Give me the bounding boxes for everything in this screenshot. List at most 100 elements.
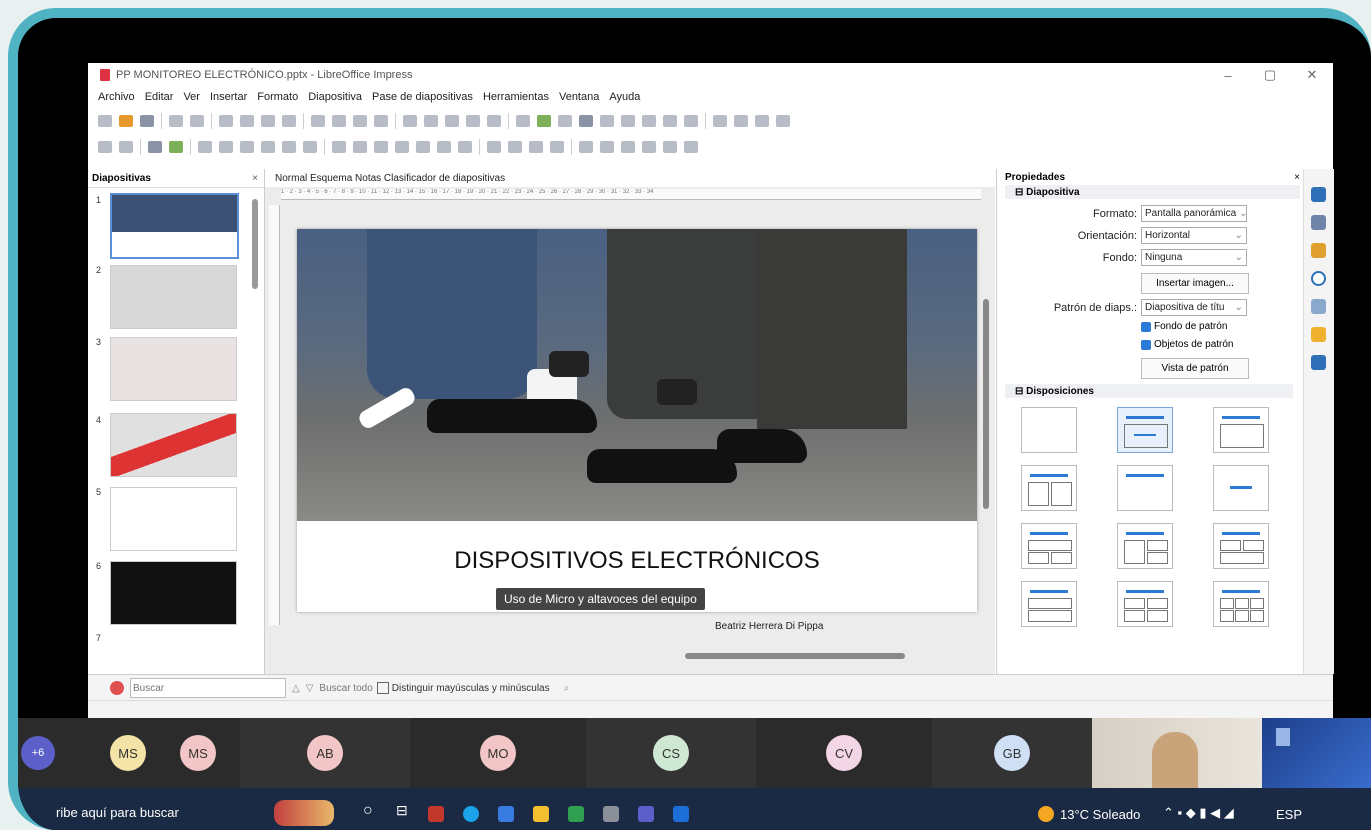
layout-title-only[interactable] xyxy=(1117,465,1173,511)
textbox-icon[interactable] xyxy=(600,115,614,127)
calc-icon[interactable] xyxy=(568,806,584,822)
stars-icon[interactable] xyxy=(437,141,451,153)
print-icon[interactable] xyxy=(190,115,204,127)
start-first-icon[interactable] xyxy=(466,115,480,127)
line-icon[interactable] xyxy=(198,141,212,153)
participant-tile[interactable]: MS xyxy=(158,718,238,788)
horizontal-scrollbar[interactable] xyxy=(685,653,905,659)
master-view-button[interactable]: Vista de patrón xyxy=(1141,358,1249,379)
fontwork-icon[interactable] xyxy=(642,115,656,127)
close-find-icon[interactable] xyxy=(110,681,124,695)
section-layouts[interactable]: ⊟ Disposiciones xyxy=(1005,384,1293,398)
layout-centered-text[interactable] xyxy=(1213,465,1269,511)
transformations-icon[interactable] xyxy=(663,115,677,127)
slide-thumbnail-3[interactable] xyxy=(110,337,237,401)
edge-icon[interactable] xyxy=(463,806,479,822)
delete-slide-icon[interactable] xyxy=(776,115,790,127)
duplicate-slide-icon[interactable] xyxy=(755,115,769,127)
grid-icon[interactable] xyxy=(403,115,417,127)
menu-ventana[interactable]: Ventana xyxy=(559,91,599,103)
section-slide[interactable]: ⊟ Diapositiva xyxy=(1005,185,1300,199)
new-slide-icon[interactable] xyxy=(734,115,748,127)
line-color-icon[interactable] xyxy=(148,141,162,153)
display-views-icon[interactable] xyxy=(424,115,438,127)
spelling-icon[interactable] xyxy=(374,115,388,127)
participant-tile[interactable]: CV xyxy=(759,718,929,788)
find-all-button[interactable]: Buscar todo xyxy=(319,683,372,694)
copy-icon[interactable] xyxy=(240,115,254,127)
gallery-icon[interactable] xyxy=(1311,243,1326,258)
find-replace-icon[interactable] xyxy=(353,115,367,127)
slide-thumbnail-2[interactable] xyxy=(110,265,237,329)
teams-icon[interactable] xyxy=(638,806,654,822)
symbol-shapes-icon[interactable] xyxy=(353,141,367,153)
slide-thumbnail-6[interactable] xyxy=(110,561,237,625)
match-case-checkbox[interactable] xyxy=(376,682,389,694)
master-objects-checkbox[interactable]: Objetos de patrón xyxy=(1141,339,1234,350)
more-participants-tile[interactable]: +6 xyxy=(18,718,58,788)
arrow-line-icon[interactable] xyxy=(261,141,275,153)
table-icon[interactable] xyxy=(516,115,530,127)
master-select[interactable]: Diapositiva de títu ⌄ xyxy=(1141,299,1247,316)
undo-icon[interactable] xyxy=(311,115,325,127)
animation-icon[interactable] xyxy=(1311,327,1326,342)
layout-title-content[interactable] xyxy=(1213,407,1269,453)
navigator-icon[interactable] xyxy=(1311,271,1326,286)
slide-thumbnail-1[interactable] xyxy=(110,193,239,259)
layout-title-two-content[interactable] xyxy=(1021,465,1077,511)
layout-title-2content-content[interactable] xyxy=(1021,523,1077,569)
tray-icons[interactable]: ⌃ ▪ ◆ ▮ ◀ ◢ xyxy=(1163,805,1234,821)
curve-icon[interactable] xyxy=(282,141,296,153)
points-icon[interactable] xyxy=(642,141,656,153)
clone-icon[interactable] xyxy=(282,115,296,127)
basic-shapes-icon[interactable] xyxy=(332,141,346,153)
shadow-icon[interactable] xyxy=(579,141,593,153)
special-char-icon[interactable] xyxy=(621,115,635,127)
filter-icon[interactable] xyxy=(621,141,635,153)
rectangle-icon[interactable] xyxy=(219,141,233,153)
menu-herramientas[interactable]: Herramientas xyxy=(483,91,549,103)
menu-ver[interactable]: Ver xyxy=(183,91,200,103)
glue-icon[interactable] xyxy=(663,141,677,153)
show-draw-icon[interactable] xyxy=(684,115,698,127)
crop-icon[interactable] xyxy=(600,141,614,153)
close-window-button[interactable]: ✕ xyxy=(1291,63,1333,87)
chart-icon[interactable] xyxy=(579,115,593,127)
view-tabs[interactable]: Normal Esquema Notas Clasificador de dia… xyxy=(265,169,995,187)
impress-taskbar-icon[interactable] xyxy=(673,806,689,822)
weather-text[interactable]: 13°C Soleado xyxy=(1060,807,1140,822)
open-icon[interactable] xyxy=(119,115,133,127)
start-current-icon[interactable] xyxy=(487,115,501,127)
slide-thumbnail-4[interactable] xyxy=(110,413,237,477)
3d-objects-icon[interactable] xyxy=(458,141,472,153)
format-select[interactable]: Pantalla panorámica ⌄ xyxy=(1141,205,1247,222)
paste-icon[interactable] xyxy=(261,115,275,127)
slide-transition-icon[interactable] xyxy=(1311,299,1326,314)
new-icon[interactable] xyxy=(98,115,112,127)
zoom-icon[interactable] xyxy=(119,141,133,153)
orientation-select[interactable]: Horizontal ⌄ xyxy=(1141,227,1247,244)
block-arrows-icon[interactable] xyxy=(374,141,388,153)
file-explorer-icon[interactable] xyxy=(533,806,549,822)
language-indicator[interactable]: ESP xyxy=(1276,807,1302,822)
find-next-icon[interactable]: ▽ xyxy=(306,683,314,694)
layout-blank[interactable] xyxy=(1021,407,1077,453)
participant-tile[interactable]: AB xyxy=(240,718,410,788)
menu-insertar[interactable]: Insertar xyxy=(210,91,247,103)
taskbar-app-icon[interactable] xyxy=(428,806,444,822)
styles-icon[interactable] xyxy=(1311,215,1326,230)
redo-icon[interactable] xyxy=(332,115,346,127)
minimize-button[interactable]: – xyxy=(1207,63,1249,87)
properties-close-icon[interactable]: × xyxy=(1294,172,1300,183)
insert-image-button[interactable]: Insertar imagen... xyxy=(1141,273,1249,294)
task-view-icon[interactable]: ⊟ xyxy=(396,802,408,819)
slide-layout-icon[interactable] xyxy=(713,115,727,127)
participant-tile[interactable]: CS xyxy=(586,718,756,788)
menu-formato[interactable]: Formato xyxy=(257,91,298,103)
flowchart-icon[interactable] xyxy=(395,141,409,153)
layout-title-6content[interactable] xyxy=(1213,581,1269,627)
layout-title-slide[interactable] xyxy=(1117,407,1173,453)
calculator-icon[interactable] xyxy=(603,806,619,822)
layout-title-2content-over-content[interactable] xyxy=(1213,523,1269,569)
participant-tile[interactable]: MS xyxy=(88,718,168,788)
